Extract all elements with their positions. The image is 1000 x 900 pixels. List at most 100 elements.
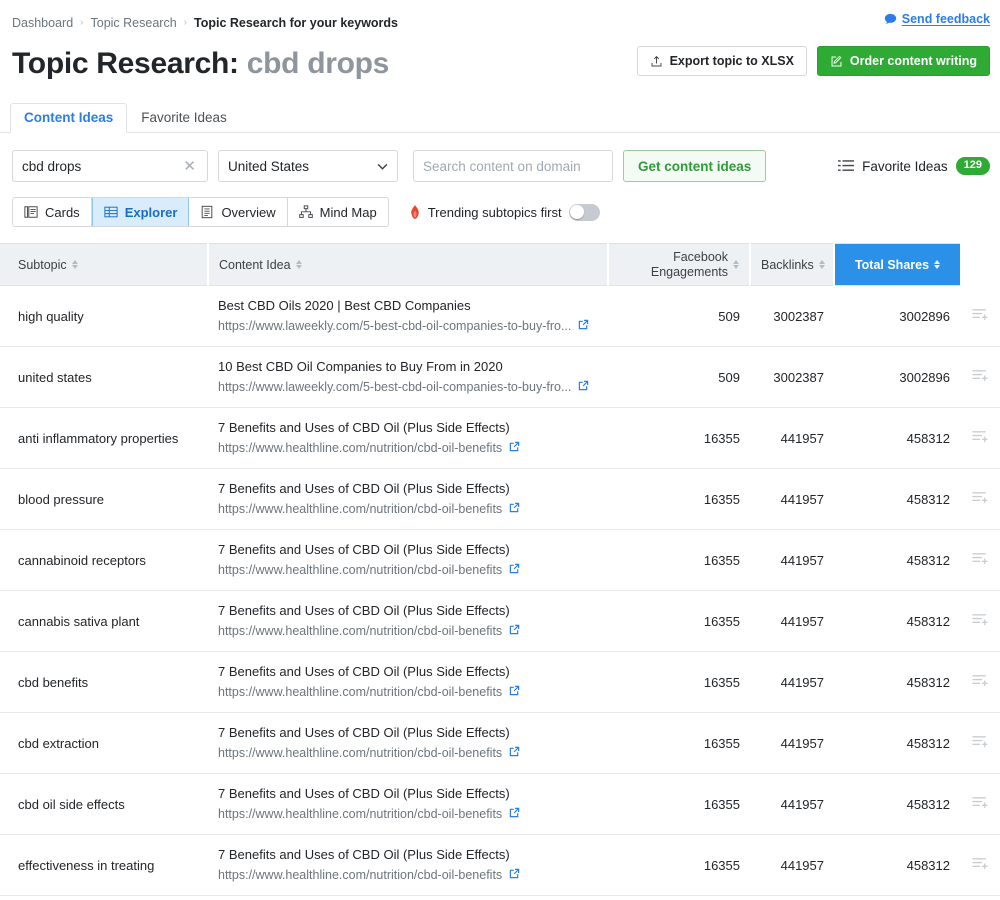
content-idea-title[interactable]: 10 Best CBD Oil Companies to Buy From in… [218,358,598,376]
view-mode-mind-map[interactable]: Mind Map [287,198,388,226]
content-idea-url[interactable]: https://www.healthline.com/nutrition/cbd… [218,439,502,457]
external-link-icon[interactable] [509,622,520,640]
external-link-icon[interactable] [578,378,589,396]
content-idea-url[interactable]: https://www.healthline.com/nutrition/cbd… [218,683,502,701]
keyword-input[interactable]: cbd drops ✕ [12,150,208,182]
external-link-icon[interactable] [509,805,520,823]
favorite-ideas-button[interactable]: Favorite Ideas 129 [838,150,990,182]
add-to-list-icon[interactable] [971,797,989,813]
table-row[interactable]: cannabis sativa plant 7 Benefits and Use… [0,590,1000,652]
breadcrumb-item-current: Topic Research for your keywords [194,15,398,30]
tab-favorite-ideas[interactable]: Favorite Ideas [127,103,241,133]
table-row[interactable]: cbd extraction 7 Benefits and Uses of CB… [0,712,1000,774]
content-idea-url-row: https://www.healthline.com/nutrition/cbd… [218,561,598,579]
external-link-icon[interactable] [578,317,589,335]
cell-actions [960,590,1000,652]
upload-icon [650,55,663,68]
content-idea-title[interactable]: 7 Benefits and Uses of CBD Oil (Plus Sid… [218,663,598,681]
document-icon [200,205,214,219]
get-content-ideas-button[interactable]: Get content ideas [623,150,767,182]
tab-content-ideas[interactable]: Content Ideas [10,103,128,133]
table-row[interactable]: effectiveness in treating 7 Benefits and… [0,834,1000,896]
table-row[interactable]: united states 10 Best CBD Oil Companies … [0,346,1000,408]
sort-icon-active [934,260,941,269]
column-header-facebook-engagements-line1: Facebook [673,249,728,264]
external-link-icon[interactable] [509,439,520,457]
cell-content-idea: 7 Benefits and Uses of CBD Oil (Plus Sid… [208,468,608,530]
table-row[interactable]: blood pressure 7 Benefits and Uses of CB… [0,468,1000,530]
content-idea-url[interactable]: https://www.healthline.com/nutrition/cbd… [218,500,502,518]
content-idea-url[interactable]: https://www.laweekly.com/5-best-cbd-oil-… [218,378,571,396]
content-idea-title[interactable]: 7 Benefits and Uses of CBD Oil (Plus Sid… [218,846,598,864]
add-to-list-icon[interactable] [971,492,989,508]
column-header-total-shares[interactable]: Total Shares [834,243,960,286]
trending-subtopics-toggle[interactable] [568,203,600,221]
content-idea-title[interactable]: 7 Benefits and Uses of CBD Oil (Plus Sid… [218,785,598,803]
view-mode-cards[interactable]: Cards [13,198,92,226]
cell-content-idea: 7 Benefits and Uses of CBD Oil (Plus Sid… [208,590,608,652]
export-topic-button[interactable]: Export topic to XLSX [636,46,807,76]
external-link-icon[interactable] [509,866,520,884]
content-idea-title[interactable]: 7 Benefits and Uses of CBD Oil (Plus Sid… [218,541,598,559]
column-header-backlinks[interactable]: Backlinks [750,243,835,286]
cell-total-shares: 458312 [834,651,960,713]
table-icon [104,205,118,219]
table-row[interactable]: anti inflammatory properties 7 Benefits … [0,407,1000,469]
add-to-list-icon[interactable] [971,614,989,630]
table-row[interactable]: high quality Best CBD Oils 2020 | Best C… [0,285,1000,347]
content-idea-url[interactable]: https://www.healthline.com/nutrition/cbd… [218,866,502,884]
cell-subtopic: blood pressure [0,468,208,530]
external-link-icon[interactable] [509,500,520,518]
external-link-icon[interactable] [509,561,520,579]
column-header-backlinks-label: Backlinks [761,257,814,272]
keyword-input-value: cbd drops [22,158,82,174]
content-idea-title[interactable]: 7 Benefits and Uses of CBD Oil (Plus Sid… [218,419,598,437]
table-row[interactable]: cannabinoid receptors 7 Benefits and Use… [0,529,1000,591]
view-mode-explorer[interactable]: Explorer [91,198,190,226]
content-idea-title[interactable]: 7 Benefits and Uses of CBD Oil (Plus Sid… [218,480,598,498]
cell-actions [960,285,1000,347]
content-idea-title[interactable]: 7 Benefits and Uses of CBD Oil (Plus Sid… [218,602,598,620]
add-to-list-icon[interactable] [971,431,989,447]
close-icon[interactable]: ✕ [181,159,198,174]
table-row[interactable]: cbd oil side effects 7 Benefits and Uses… [0,773,1000,835]
cell-actions [960,834,1000,896]
column-header-content-idea[interactable]: Content Idea [208,243,609,286]
cell-subtopic: effectiveness in treating [0,834,208,896]
cell-content-idea: 7 Benefits and Uses of CBD Oil (Plus Sid… [208,834,608,896]
search-domain-input[interactable]: Search content on domain [413,150,613,182]
add-to-list-icon[interactable] [971,309,989,325]
database-select[interactable]: United States [218,150,398,182]
content-idea-url-row: https://www.laweekly.com/5-best-cbd-oil-… [218,317,598,335]
content-idea-url[interactable]: https://www.laweekly.com/5-best-cbd-oil-… [218,317,571,335]
cell-actions [960,529,1000,591]
table-body: high quality Best CBD Oils 2020 | Best C… [0,285,1000,896]
content-idea-url[interactable]: https://www.healthline.com/nutrition/cbd… [218,622,502,640]
send-feedback-link[interactable]: Send feedback [884,12,990,26]
cell-facebook-engagements: 16355 [608,834,750,896]
external-link-icon[interactable] [509,683,520,701]
column-header-subtopic[interactable]: Subtopic [0,243,209,286]
add-to-list-icon[interactable] [971,858,989,874]
add-to-list-icon[interactable] [971,370,989,386]
breadcrumb-item-dashboard[interactable]: Dashboard [12,16,73,30]
export-topic-label: Export topic to XLSX [669,54,794,68]
view-mode-mind-map-label: Mind Map [319,204,377,220]
add-to-list-icon[interactable] [971,675,989,691]
table-row[interactable]: cbd benefits 7 Benefits and Uses of CBD … [0,651,1000,713]
add-to-list-icon[interactable] [971,736,989,752]
order-content-writing-button[interactable]: Order content writing [816,46,990,76]
content-idea-url[interactable]: https://www.healthline.com/nutrition/cbd… [218,744,502,762]
content-idea-url[interactable]: https://www.healthline.com/nutrition/cbd… [218,561,502,579]
page-title: Topic Research: cbd drops [12,47,389,80]
add-to-list-icon[interactable] [971,553,989,569]
cell-facebook-engagements: 16355 [608,407,750,469]
view-mode-overview[interactable]: Overview [189,198,288,226]
external-link-icon[interactable] [509,744,520,762]
column-header-facebook-engagements[interactable]: Facebook Engagements [608,243,751,286]
cell-backlinks: 441957 [750,712,834,774]
content-idea-title[interactable]: Best CBD Oils 2020 | Best CBD Companies [218,297,598,315]
content-idea-url[interactable]: https://www.healthline.com/nutrition/cbd… [218,805,502,823]
content-idea-title[interactable]: 7 Benefits and Uses of CBD Oil (Plus Sid… [218,724,598,742]
breadcrumb-item-topic-research[interactable]: Topic Research [91,16,177,30]
